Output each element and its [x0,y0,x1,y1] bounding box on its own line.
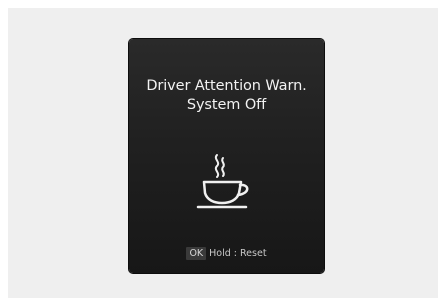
button-hint: OK Hold : Reset [129,245,324,261]
warning-title-line1: Driver Attention Warn. [146,78,307,94]
warning-title-line2: System Off [186,97,267,113]
cluster-display: Driver Attention Warn. System Off OK Hol… [129,39,324,273]
separator: : [233,247,237,259]
reset-label: Reset [240,247,267,259]
hold-label: Hold [209,247,231,259]
ok-key-badge: OK [186,246,207,260]
coffee-cup-icon [189,151,259,211]
